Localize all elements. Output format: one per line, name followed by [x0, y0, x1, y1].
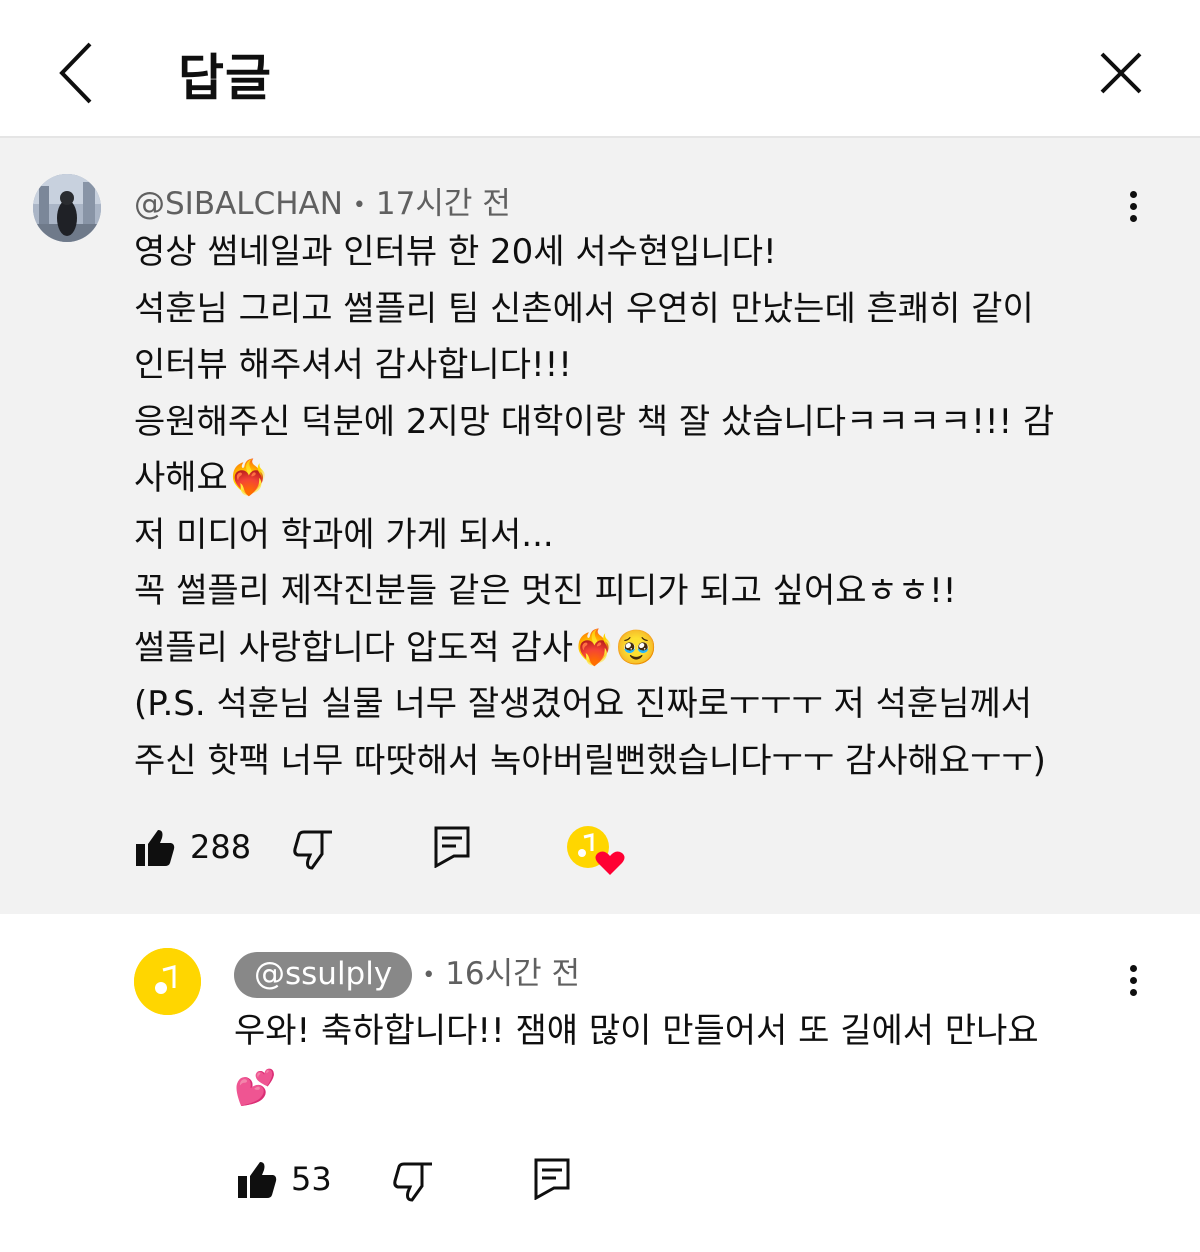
channel-avatar[interactable]	[134, 948, 201, 1015]
reply-meta: @ssulply • 16시간 전	[234, 948, 580, 998]
comment-icon	[434, 826, 470, 869]
comment-line: 썰플리 사랑합니다 압도적 감사❤️‍🔥🥹	[134, 627, 658, 668]
reply-more-options-button[interactable]	[1121, 960, 1145, 1008]
avatar[interactable]	[33, 174, 101, 242]
kebab-dot	[1129, 989, 1137, 996]
separator-dot: •	[352, 193, 366, 218]
reply-like-button[interactable]	[236, 1160, 278, 1204]
comment-line: 사해요❤️‍🔥	[134, 458, 271, 498]
kebab-dot	[1129, 203, 1137, 210]
chevron-left-icon	[59, 42, 92, 104]
music-note-icon	[134, 948, 201, 1015]
close-button[interactable]	[1096, 48, 1146, 98]
thumbs-down-icon	[293, 830, 332, 870]
reply-reply-button[interactable]	[534, 1158, 570, 1204]
comment-line: 꼭 썰플리 제작진분들 같은 멋진 피디가 되고 싶어요ㅎㅎ!!	[134, 571, 957, 611]
more-vertical-icon	[1129, 191, 1137, 198]
comment-text: 영상 썸네일과 인터뷰 한 20세 서수현입니다! 석훈님 그리고 썰플리 팀 …	[134, 224, 1054, 789]
dislike-button[interactable]	[292, 830, 334, 874]
comment-line: 인터뷰 해주셔서 감사합니다!!!	[134, 345, 572, 385]
reply-author-chip[interactable]: @ssulply	[234, 952, 413, 998]
thumbs-up-icon	[238, 1162, 277, 1198]
comment-line: 영상 썸네일과 인터뷰 한 20세 서수현입니다!	[134, 232, 777, 272]
like-button[interactable]	[134, 828, 176, 872]
comment-meta: @SIBALCHAN • 17시간 전	[134, 178, 511, 223]
header-bar: 답글	[0, 0, 1200, 138]
comment-line: 주신 핫팩 너무 따땃해서 녹아버릴뻔했습니다ㅜㅜ 감사해요ㅜㅜ)	[134, 740, 1046, 781]
creator-heart-badge	[566, 825, 626, 881]
user-photo-icon	[33, 174, 101, 242]
comment-icon	[534, 1158, 570, 1201]
reply-button[interactable]	[434, 826, 470, 872]
reply-line: 우와! 축하합니다!! 잼얘 많이 만들어서 또 길에서 만나요	[234, 1011, 1039, 1051]
like-count: 288	[190, 828, 252, 866]
creator-heart-icon	[567, 826, 625, 875]
reply-line: 💕	[234, 1067, 277, 1108]
comment-line: 석훈님 그리고 썰플리 팀 신촌에서 우연히 만났는데 흔쾌히 같이	[134, 288, 1034, 329]
kebab-dot	[1129, 215, 1137, 222]
kebab-dot	[1129, 977, 1137, 984]
more-options-button[interactable]	[1121, 186, 1145, 234]
reply-dislike-button[interactable]	[392, 1162, 434, 1206]
reply-text: 우와! 축하합니다!! 잼얘 많이 만들어서 또 길에서 만나요 💕	[234, 1003, 1039, 1116]
close-icon	[1100, 52, 1142, 94]
more-vertical-icon	[1129, 965, 1137, 972]
thumbs-up-icon	[136, 830, 175, 866]
comment-line: 응원해주신 덕분에 2지망 대학이랑 책 잘 샀습니다ㅋㅋㅋㅋ!!! 감	[134, 401, 1055, 442]
separator-dot: •	[422, 963, 436, 988]
comment-timestamp: 17시간 전	[375, 186, 511, 222]
parent-comment: @SIBALCHAN • 17시간 전 영상 썸네일과 인터뷰 한 20세 서수현입…	[0, 138, 1200, 914]
reply-timestamp: 16시간 전	[445, 956, 581, 992]
comment-line: 저 미디어 학과에 가게 되서...	[134, 514, 554, 555]
back-button[interactable]	[52, 40, 102, 106]
comment-author[interactable]: @SIBALCHAN	[134, 186, 343, 222]
page-title: 답글	[178, 49, 272, 107]
comment-line: (P.S. 석훈님 실물 너무 잘생겼어요 진짜로ㅜㅜㅜ 저 석훈님께서	[134, 684, 1033, 724]
reply-like-count: 53	[291, 1160, 332, 1198]
thumbs-down-icon	[393, 1162, 432, 1202]
